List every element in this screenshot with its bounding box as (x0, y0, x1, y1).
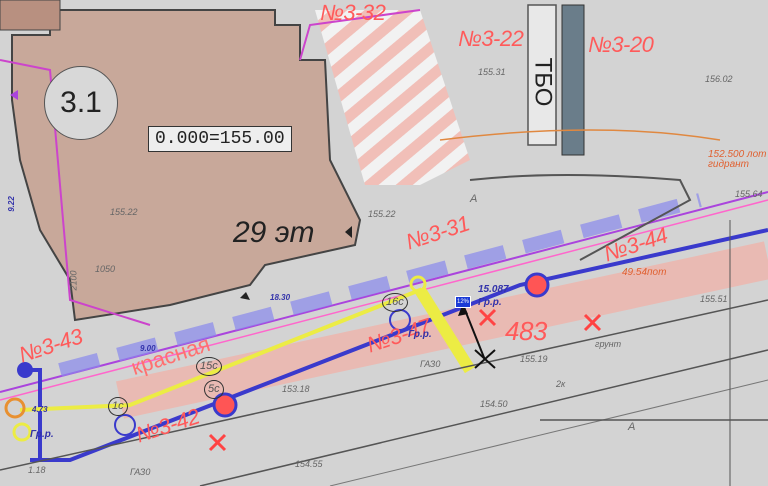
building-footprint (11, 9, 362, 322)
building-number-badge: 3.1 (44, 66, 118, 140)
elev-4: 155.64 (735, 189, 763, 199)
dim-1: 18.30 (270, 293, 291, 302)
building-elev-point: 155.22 (110, 207, 138, 217)
building-dim-2: 2100 (68, 270, 79, 291)
building-dim-1: 1050 (95, 264, 116, 274)
elev-3: 155.22 (368, 209, 396, 219)
building-notch (0, 0, 61, 31)
node-code-1: 16с (382, 293, 408, 312)
small-dim-2: 4.73 (32, 405, 48, 414)
section-tag: А (628, 421, 636, 433)
line-tag-2: ГАЗ0 (130, 467, 151, 477)
elev-1: 155.31 (478, 67, 506, 77)
dim-4: 15.087 (478, 284, 509, 295)
floors-label: 29 эт (233, 216, 315, 249)
road-edge-3 (329, 379, 768, 486)
pipe-note: 152.500 лот гидрант (708, 149, 767, 170)
small-dim-3: 1.18 (28, 465, 46, 475)
lot-label-2: №3-22 (458, 26, 524, 51)
node-well-right (524, 272, 550, 298)
tbo-label: ТБО (529, 57, 557, 107)
line-tag-1: ГАЗ0 (420, 359, 441, 369)
elev-9: 155.51 (700, 294, 728, 304)
node-code-3: 1с (108, 397, 128, 416)
lot-label-3: №3-20 (588, 32, 654, 57)
dim-3: 49.54пот (622, 267, 667, 278)
elev-2: 156.02 (705, 74, 733, 84)
lot-label-1: №3-32 (320, 0, 386, 25)
map-canvas[interactable]: 3.1 0.000=155.00 29 эт 155.22 1050 2100 … (0, 0, 768, 486)
dim-2: 9.00 (140, 344, 156, 353)
pipe-label-3: Гр.р. (408, 329, 432, 340)
tbo-inner (561, 4, 585, 156)
big-number: 483 (505, 316, 547, 346)
elev-7: 154.55 (295, 459, 323, 469)
section-tag-2: А (470, 193, 478, 205)
elev-8: 153.18 (282, 384, 310, 394)
dim-5: 2к (556, 379, 566, 389)
small-dim-1: 9.22 (6, 196, 16, 212)
hatched-zone (315, 10, 470, 185)
building-number: 3.1 (60, 86, 102, 119)
node-code-2: 15с (196, 357, 222, 376)
pipe-label-1: Гр.р. (478, 297, 502, 308)
node-yellow-left (12, 422, 32, 442)
elevation-label: 0.000=155.00 (148, 126, 292, 152)
elev-5: 155.19 (520, 354, 548, 364)
triangle-2 (240, 292, 250, 300)
survey-marker-label: 12% (456, 299, 469, 305)
line-tag-3: грунт (595, 339, 622, 349)
pipe-label-2: Гр.р. (30, 429, 54, 440)
survey-marker[interactable]: 12% (455, 296, 471, 308)
node-code-4: 5с (204, 380, 224, 399)
elev-6: 154.50 (480, 399, 508, 409)
